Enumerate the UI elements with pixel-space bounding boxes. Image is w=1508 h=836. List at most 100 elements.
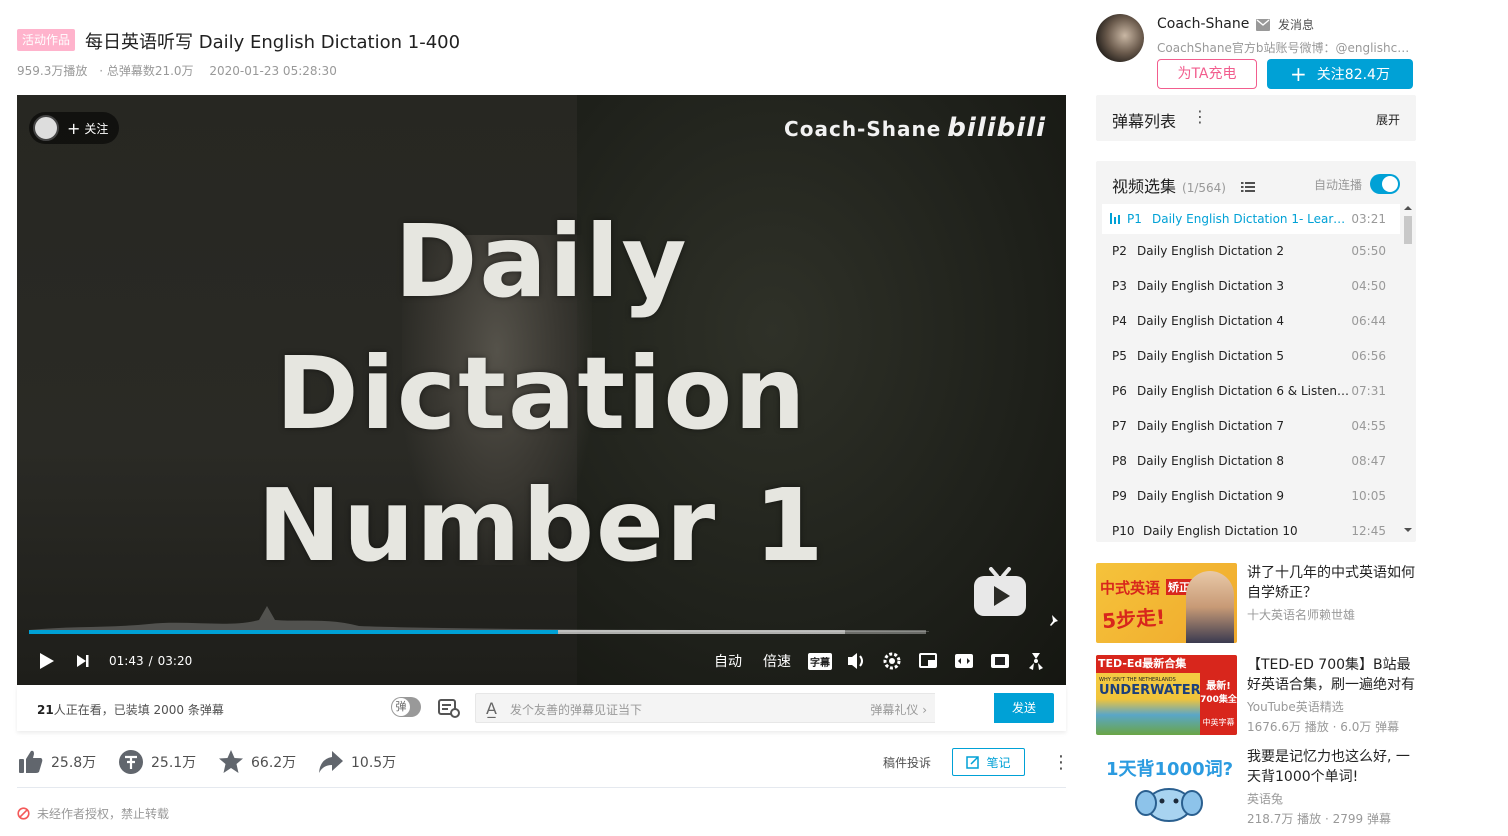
scroll-up-icon[interactable] — [1402, 204, 1414, 212]
report-link[interactable]: 稿件投诉 — [883, 754, 931, 771]
activity-tag[interactable]: 活动作品 — [17, 29, 75, 51]
recommended-title[interactable]: 【TED-ED 700集】B站最好英语合集，刷一遍绝对有收获 — [1247, 655, 1416, 695]
thumb-text: 700集全 — [1200, 695, 1237, 705]
player-follow-button[interactable]: + 关注 — [29, 112, 119, 144]
danmaku-count: · 总弹幕数21.0万 — [99, 64, 194, 78]
play-icon[interactable] — [37, 643, 57, 679]
episode-item[interactable]: P5 Daily English Dictation 5 06:56 — [1102, 339, 1400, 374]
widescreen-icon[interactable] — [954, 643, 974, 679]
settings-gear-icon[interactable] — [882, 643, 902, 679]
episode-item[interactable]: P4 Daily English Dictation 4 06:44 — [1102, 304, 1400, 339]
episode-item[interactable]: P7 Daily English Dictation 7 04:55 — [1102, 409, 1400, 444]
recommended-author[interactable]: 十大英语名师赖世雄 — [1247, 606, 1355, 623]
list-view-icon[interactable] — [1241, 181, 1256, 193]
episode-item[interactable]: P8 Daily English Dictation 8 08:47 — [1102, 444, 1400, 479]
send-message-link[interactable]: 发消息 — [1256, 16, 1314, 33]
episode-item[interactable]: P1 Daily English Dictation 1- Learn Engli… — [1102, 204, 1400, 234]
episode-list: P1 Daily English Dictation 1- Learn Engli… — [1102, 204, 1400, 542]
follow-button[interactable]: + 关注82.4万 — [1267, 59, 1413, 89]
recommended-author[interactable]: 英语兔 — [1247, 790, 1283, 807]
recommended-video[interactable]: 中式英语 矫正 5步走! 讲了十几年的中式英语如何自学矫正？ 十大英语名师赖世雄 — [1096, 563, 1416, 651]
share-button[interactable]: 10.5万 — [317, 748, 396, 776]
watermark-text: Coach-Shane — [784, 117, 942, 141]
scroll-thumb[interactable] — [1404, 216, 1412, 244]
video-player[interactable]: Daily Dictation Number 1 + 关注 Coach-Shan… — [17, 95, 1066, 685]
danmaku-settings-icon[interactable] — [437, 697, 461, 719]
episode-number: P5 — [1112, 349, 1127, 363]
favorite-count: 66.2万 — [251, 755, 297, 771]
episode-count: (1/564) — [1182, 181, 1226, 195]
episode-number: P3 — [1112, 279, 1127, 293]
episode-panel: 视频选集 (1/564) 自动连播 P1 Daily English Dictati… — [1096, 161, 1416, 542]
episode-duration: 03:21 — [1351, 212, 1386, 226]
time-separator: / — [148, 654, 153, 668]
subtitle-button[interactable]: 字幕 — [808, 643, 832, 679]
danmaku-list-panel[interactable]: 弹幕列表 ⋮ 展开 — [1096, 95, 1416, 141]
episode-header: 视频选集 (1/564) — [1112, 173, 1256, 197]
time-current: 01:43 — [109, 654, 144, 668]
recommended-thumbnail[interactable]: TED-Ed最新合集 WHY ISN'T THE NETHERLANDS UND… — [1096, 655, 1237, 735]
danmaku-toggle[interactable]: 弹 — [391, 697, 421, 717]
speed-button[interactable]: 倍速 — [763, 643, 791, 679]
charge-button[interactable]: 为TA充电 — [1157, 59, 1257, 89]
like-button[interactable]: 25.8万 — [17, 748, 96, 776]
picture-in-picture-icon[interactable] — [918, 643, 938, 679]
episode-name: Daily English Dictation 4 — [1137, 314, 1284, 328]
recommended-thumbnail[interactable]: 中式英语 矫正 5步走! — [1096, 563, 1237, 643]
recommended-thumbnail[interactable]: 1天背1000词? — [1096, 747, 1237, 827]
quality-button[interactable]: 自动 — [714, 643, 742, 679]
episode-scrollbar[interactable] — [1402, 204, 1414, 539]
scroll-down-icon[interactable] — [1402, 526, 1414, 534]
autoplay-control[interactable]: 自动连播 — [1314, 174, 1400, 194]
episode-item[interactable]: P6 Daily English Dictation 6 & Listening … — [1102, 374, 1400, 409]
volume-icon[interactable] — [846, 643, 866, 679]
thumb-person — [1186, 571, 1234, 643]
forbidden-icon — [17, 807, 30, 820]
episode-duration: 07:31 — [1351, 384, 1386, 398]
danmaku-list-menu-icon[interactable]: ⋮ — [1192, 107, 1208, 126]
video-title: 每日英语听写 Daily English Dictation 1-400 — [85, 32, 461, 53]
thumb-badge: 最新! 700集全 中英字幕 — [1200, 673, 1237, 735]
progress-bar[interactable] — [29, 630, 926, 634]
send-button[interactable]: 发送 — [994, 693, 1054, 723]
overlay-text-number: Number 1 — [257, 467, 826, 584]
coin-button[interactable]: 25.1万 — [117, 748, 196, 776]
note-button[interactable]: 笔记 — [952, 748, 1025, 776]
danmaku-etiquette-link[interactable]: 弹幕礼仪 › — [870, 701, 927, 718]
episode-duration: 10:05 — [1351, 489, 1386, 503]
overlay-text-dictation: Dictation — [275, 335, 808, 452]
thumb-text: 5步走! — [1101, 604, 1166, 634]
episode-item[interactable]: P3 Daily English Dictation 3 04:50 — [1102, 269, 1400, 304]
episode-name: Daily English Dictation 2 — [1137, 244, 1284, 258]
uploader-name[interactable]: Coach-Shane — [1157, 16, 1249, 32]
episode-item[interactable]: P10 Daily English Dictation 10 12:45 — [1102, 514, 1400, 542]
web-fullscreen-icon[interactable] — [990, 643, 1010, 679]
thumb-text: 中式英语 — [1100, 579, 1161, 597]
episode-number: P8 — [1112, 454, 1127, 468]
pin-icon[interactable] — [1046, 613, 1062, 629]
recommended-stats: 1676.6万 播放 · 6.0万 弹幕 — [1247, 720, 1400, 734]
tv-play-icon[interactable] — [973, 567, 1027, 617]
danmaku-input[interactable]: A̲ 发个友善的弹幕见证当下 弹幕礼仪 › — [475, 693, 935, 723]
danmaku-list-expand[interactable]: 展开 — [1376, 111, 1400, 128]
recommended-title[interactable]: 讲了十几年的中式英语如何自学矫正？ — [1247, 563, 1416, 603]
recommended-video[interactable]: 1天背1000词? 我要是记忆力也这么好, 一天背1000个单词! 英语兔 21… — [1096, 747, 1416, 835]
episode-number: P4 — [1112, 314, 1127, 328]
progress-played — [29, 630, 559, 634]
more-options-icon[interactable]: ⋮ — [1052, 752, 1070, 773]
next-icon[interactable] — [75, 643, 91, 679]
subtitle-icon: 字幕 — [808, 652, 832, 670]
text-style-icon[interactable]: A̲ — [486, 699, 497, 718]
recommended-video[interactable]: TED-Ed最新合集 WHY ISN'T THE NETHERLANDS UND… — [1096, 655, 1416, 743]
recommended-author[interactable]: YouTube英语精选 — [1247, 698, 1344, 715]
uploader-avatar[interactable] — [1096, 14, 1144, 62]
episode-item[interactable]: P2 Daily English Dictation 2 05:50 — [1102, 234, 1400, 269]
publish-date: 2020-01-23 05:28:30 — [209, 64, 337, 78]
recommended-title[interactable]: 我要是记忆力也这么好, 一天背1000个单词! — [1247, 747, 1416, 787]
favorite-button[interactable]: 66.2万 — [217, 748, 296, 776]
fullscreen-icon[interactable] — [1026, 643, 1046, 679]
autoplay-toggle[interactable] — [1370, 174, 1400, 194]
episode-item[interactable]: P9 Daily English Dictation 9 10:05 — [1102, 479, 1400, 514]
episode-name: Daily English Dictation 7 — [1137, 419, 1284, 433]
share-arrow-icon — [319, 751, 343, 773]
